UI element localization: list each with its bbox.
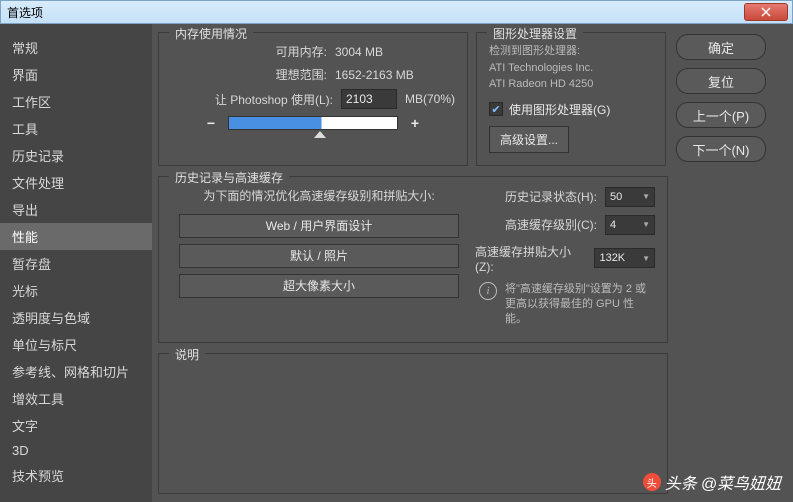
watermark: 头 头条 @菜鸟妞妞 — [643, 470, 781, 494]
memory-increase-button[interactable]: + — [408, 115, 422, 131]
history-cache-title: 历史记录与高速缓存 — [169, 169, 289, 186]
available-memory-label: 可用内存: — [171, 43, 327, 60]
sidebar-item-interface[interactable]: 界面 — [0, 61, 152, 88]
ps-use-label: 让 Photoshop 使用(L): — [171, 91, 333, 108]
history-states-label: 历史记录状态(H): — [505, 188, 597, 205]
cache-level-select[interactable]: 4▼ — [605, 215, 655, 235]
history-states-select[interactable]: 50▼ — [605, 187, 655, 207]
chevron-down-icon: ▼ — [642, 220, 650, 229]
ps-use-suffix: MB(70%) — [405, 92, 455, 106]
info-icon: i — [479, 282, 497, 300]
sidebar-item-file-handling[interactable]: 文件处理 — [0, 169, 152, 196]
preset-web-button[interactable]: Web / 用户界面设计 — [179, 214, 459, 238]
sidebar-item-workspace[interactable]: 工作区 — [0, 88, 152, 115]
description-group: 说明 — [158, 353, 668, 494]
window-title: 首选项 — [1, 4, 43, 21]
memory-group-title: 内存使用情况 — [169, 25, 253, 42]
ideal-range-value: 1652-2163 MB — [335, 68, 455, 82]
chevron-down-icon: ▼ — [642, 254, 650, 263]
use-gpu-label: 使用图形处理器(G) — [509, 101, 610, 118]
slider-thumb-icon[interactable] — [314, 131, 326, 138]
sidebar-item-performance[interactable]: 性能 — [0, 223, 152, 250]
description-title: 说明 — [169, 346, 205, 363]
ps-use-input[interactable] — [341, 89, 397, 109]
watermark-prefix: 头条 — [665, 470, 697, 494]
memory-slider[interactable] — [228, 116, 398, 130]
chevron-down-icon: ▼ — [642, 192, 650, 201]
memory-decrease-button[interactable]: − — [204, 115, 218, 131]
preset-huge-pixel-button[interactable]: 超大像素大小 — [179, 274, 459, 298]
gpu-advanced-button[interactable]: 高级设置... — [489, 126, 569, 153]
titlebar: 首选项 — [0, 0, 793, 24]
optimize-note: 为下面的情况优化高速缓存级别和拼贴大小: — [171, 187, 467, 204]
next-button[interactable]: 下一个(N) — [676, 136, 766, 162]
preset-default-button[interactable]: 默认 / 照片 — [179, 244, 459, 268]
history-cache-group: 历史记录与高速缓存 为下面的情况优化高速缓存级别和拼贴大小: Web / 用户界… — [158, 176, 668, 343]
sidebar-item-tools[interactable]: 工具 — [0, 115, 152, 142]
reset-button[interactable]: 复位 — [676, 68, 766, 94]
prev-button[interactable]: 上一个(P) — [676, 102, 766, 128]
ideal-range-label: 理想范围: — [171, 66, 327, 83]
gpu-group-title: 图形处理器设置 — [487, 25, 583, 42]
sidebar-item-history[interactable]: 历史记录 — [0, 142, 152, 169]
use-gpu-checkbox[interactable]: ✔ — [489, 102, 503, 116]
sidebar-item-tech-preview[interactable]: 技术预览 — [0, 462, 152, 489]
sidebar-item-plugins[interactable]: 增效工具 — [0, 385, 152, 412]
close-icon — [761, 7, 771, 17]
sidebar-item-type[interactable]: 文字 — [0, 412, 152, 439]
gpu-group: 图形处理器设置 检测到图形处理器: ATI Technologies Inc. … — [476, 32, 666, 166]
watermark-author: @菜鸟妞妞 — [701, 470, 781, 494]
close-button[interactable] — [744, 3, 788, 21]
tile-size-label: 高速缓存拼贴大小(Z): — [475, 243, 586, 274]
sidebar: 常规 界面 工作区 工具 历史记录 文件处理 导出 性能 暂存盘 光标 透明度与… — [0, 24, 152, 502]
sidebar-item-general[interactable]: 常规 — [0, 34, 152, 61]
sidebar-item-transparency[interactable]: 透明度与色域 — [0, 304, 152, 331]
gpu-model: ATI Radeon HD 4250 — [489, 76, 653, 93]
memory-group: 内存使用情况 可用内存: 3004 MB 理想范围: 1652-2163 MB … — [158, 32, 468, 166]
sidebar-item-guides[interactable]: 参考线、网格和切片 — [0, 358, 152, 385]
sidebar-item-scratch-disks[interactable]: 暂存盘 — [0, 250, 152, 277]
sidebar-item-cursors[interactable]: 光标 — [0, 277, 152, 304]
cache-level-label: 高速缓存级别(C): — [505, 216, 597, 233]
sidebar-item-export[interactable]: 导出 — [0, 196, 152, 223]
available-memory-value: 3004 MB — [335, 45, 455, 59]
gpu-vendor: ATI Technologies Inc. — [489, 60, 653, 77]
watermark-logo-icon: 头 — [643, 473, 661, 491]
ok-button[interactable]: 确定 — [676, 34, 766, 60]
sidebar-item-3d[interactable]: 3D — [0, 439, 152, 462]
gpu-detected-label: 检测到图形处理器: — [489, 43, 653, 60]
sidebar-item-units[interactable]: 单位与标尺 — [0, 331, 152, 358]
cache-info-text: 将"高速缓存级别"设置为 2 或更高以获得最佳的 GPU 性能。 — [505, 282, 655, 328]
tile-size-select[interactable]: 132K▼ — [594, 248, 655, 268]
